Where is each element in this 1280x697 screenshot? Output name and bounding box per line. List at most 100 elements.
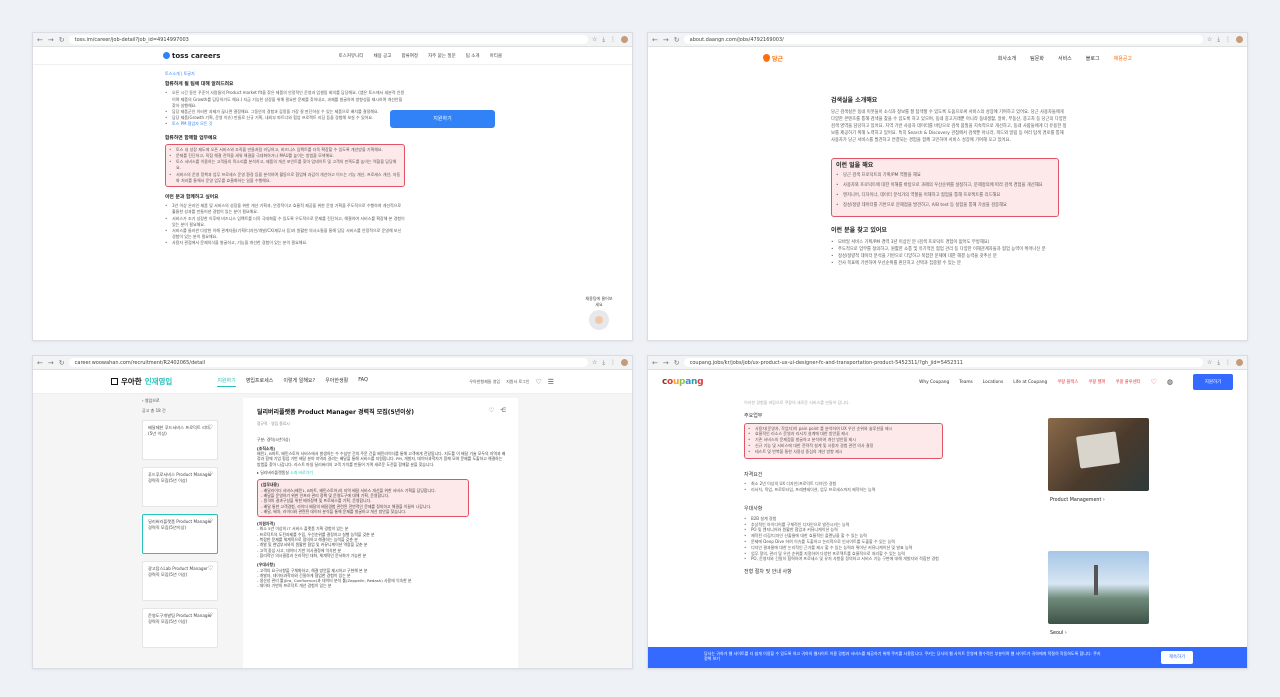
profile-avatar[interactable] [621,358,628,366]
pm-link[interactable]: 토스 PM 협업자 모든 것 [165,121,405,127]
org-text: 배민1, B마트, 배민스토어 서비스에서 발생하는 수 수십만 건의 주문 건… [257,451,506,467]
download-icon[interactable]: ⤓ [602,36,605,44]
nav-item[interactable]: FAQ [358,377,368,387]
reload-icon[interactable]: ↻ [674,359,680,367]
woowahan-logo[interactable]: 우아한 인재영입 [111,376,172,387]
list-item: 전사 목표에 기반하여 우선순위를 판단하고 선택과 집중할 수 있는 분 [831,260,1067,267]
coupang-address-bar[interactable]: coupang.jobs/kr/jobs/job/ux-product-ux-u… [683,358,1203,367]
reload-icon[interactable]: ↻ [59,36,65,44]
menu-icon[interactable]: ⋮ [610,359,616,367]
download-icon[interactable]: ⤓ [602,359,605,367]
job-card[interactable]: 광고탑스Lab Product Manager 경력직 모집(5년 이상) ♡ [142,561,218,601]
heart-icon[interactable]: ♡ [208,566,213,572]
back-icon[interactable]: ← [652,36,658,44]
seoul-image[interactable] [1048,551,1149,624]
download-icon[interactable]: ⤓ [1217,36,1220,44]
nav-item[interactable]: 영입프로세스 [246,377,274,387]
cookie-continue-button[interactable]: 계속하기 [1161,651,1193,664]
image-caption[interactable]: Seoul › [1050,631,1067,637]
cookie-banner: 당사는 귀하가 웹 사이트를 더 쉽게 이용할 수 있도록 하고 귀하의 웹사이… [648,647,1247,668]
woowahan-address-bar[interactable]: career.woowahan.com/recruitment/R2402065… [68,358,588,367]
back-icon[interactable]: ← [652,359,658,367]
job-card-selected[interactable]: 딜리버리플랫폼 Product Manager 경력직 모집(5년이상) ♡ [142,514,218,554]
forward-icon[interactable]: → [48,36,54,44]
woowahan-main: ‹ 영입으로 공고 총 18 건 배달제한 푸드서비스 프로덕트 리더 (5년 … [33,394,632,668]
menu-icon[interactable]: ⋮ [610,36,616,44]
job-card[interactable]: 푸드푸로서비스 Product Manager 경력직 모집(5년 이상) ♡ [142,467,218,507]
org-link[interactable]: 소개 바로가기 [290,470,313,475]
coupang-header: coupang Why Coupang Teams Locations Life… [648,370,1247,394]
menu-icon[interactable]: ☰ [548,378,554,386]
nav-item[interactable]: Life at Coupang [1013,380,1047,385]
list-item: 주도적으로 업무를 정의하고, 원활한 소통 및 유기적인 협업 관리 등 다양… [831,246,1067,253]
recruiter-help[interactable]: 채용팀에 물어보세요 [584,296,614,330]
forward-icon[interactable]: → [663,36,669,44]
star-icon[interactable]: ☆ [592,36,597,44]
profile-avatar[interactable] [1236,35,1243,43]
heart-icon[interactable]: ♡ [1151,378,1157,386]
nav-item[interactable]: Locations [983,380,1003,385]
forward-icon[interactable]: → [48,359,54,367]
daangn-logo[interactable]: 당근 [763,54,783,63]
heart-icon[interactable]: ♡ [208,472,213,478]
toss-logo[interactable]: toss careers [163,52,220,60]
star-icon[interactable]: ☆ [1207,36,1212,44]
star-icon[interactable]: ☆ [592,359,597,367]
daangn-address-bar[interactable]: about.daangn.com/jobs/4792169003/ [683,35,1203,44]
back-icon[interactable]: ← [37,36,43,44]
daangn-nav-item[interactable]: 팀문화 [1030,55,1044,62]
list-item: 사용자 관점에서 문제의식을 발굴하고, 기능을 개선한 경험이 있는 분이 필… [165,240,405,246]
nav-item[interactable]: Why Coupang [919,380,949,385]
daangn-nav-item[interactable]: 서비스 [1058,55,1072,62]
heart-icon[interactable]: ♡ [208,613,213,619]
list-item: 리서치, 목업, 프로토타입, 프레젠테이션, 업무 프로세스까지 제작하는 능… [744,487,974,493]
toss-nav-item[interactable]: 아티클 [490,53,502,59]
toss-nav-item[interactable]: 토스커뮤니티 [339,53,364,59]
image-caption[interactable]: Product Management › [1050,498,1105,504]
toss-nav-item[interactable]: 팀 소개 [466,53,480,59]
product-management-image[interactable] [1048,418,1149,491]
reload-icon[interactable]: ↻ [674,36,680,44]
back-icon[interactable]: ← [37,359,43,367]
breadcrumb[interactable]: 토스소개 | 토글지 [165,71,632,77]
toss-nav-item[interactable]: 자주 묻는 질문 [428,53,456,59]
nav-item[interactable]: 이렇게 일해요? [283,377,315,387]
nav-item-apply[interactable]: 지원하기 [217,377,236,387]
profile-avatar[interactable] [1236,358,1243,366]
toss-nav-item[interactable]: 채용 공고 [373,53,391,59]
forward-icon[interactable]: → [663,359,669,367]
download-icon[interactable]: ⤓ [1217,359,1220,367]
coupang-logo[interactable]: coupang [662,377,704,387]
nav-item[interactable]: 쿠팡 헬퍼 [1088,379,1105,385]
daangn-nav-item[interactable]: 블로그 [1086,55,1100,62]
share-icon[interactable]: ⋲ [500,407,506,413]
daangn-nav-item[interactable]: 회사소개 [998,55,1016,62]
daangn-browser-bar: ← → ↻ about.daangn.com/jobs/4792169003/ ☆ ⤓… [648,33,1247,47]
nav-item[interactable]: 우아한생활 [325,377,348,387]
menu-icon[interactable]: ⋮ [1225,359,1231,367]
apply-button[interactable]: 지원하기 [390,110,495,128]
header-link[interactable]: 지원서 로그인 [506,379,529,385]
heart-icon[interactable]: ♡ [208,519,213,525]
apply-button[interactable]: 지원하기 [1193,374,1233,390]
menu-icon[interactable]: ⋮ [1225,36,1231,44]
profile-avatar[interactable] [621,35,628,43]
reload-icon[interactable]: ↻ [59,359,65,367]
star-icon[interactable]: ☆ [1207,359,1212,367]
highlight-box: [업무내용] - 배달라이더 서비스(배민1, B마트, 배민스토어)의 지역 … [257,479,469,518]
heart-icon[interactable]: ♡ [208,425,213,431]
nav-item[interactable]: 쿠팡 플렉스 [1057,379,1078,385]
nav-item[interactable]: 쿠팡 풀루센터 [1116,379,1141,385]
nav-item[interactable]: Teams [959,380,973,385]
heart-icon[interactable]: ♡ [489,407,494,413]
back-link[interactable]: ‹ 영입으로 [142,398,218,404]
toss-nav-item[interactable]: 합류여정 [401,53,418,59]
header-link[interactable]: 우아한형제들 영입 [469,379,500,385]
job-card[interactable]: 운영도구개발팀 Product Manager 경력직 모집(5년 이상) ♡ [142,608,218,648]
globe-icon[interactable]: ◍ [1167,378,1173,386]
toss-address-bar[interactable]: toss.im/career/job-detail?job_id=4914997… [68,35,588,44]
daangn-nav-item-jobs[interactable]: 채용공고 [1114,55,1132,62]
job-card[interactable]: 배달제한 푸드서비스 프로덕트 리더 (5년 이상) ♡ [142,420,218,460]
heart-icon[interactable]: ♡ [535,378,541,386]
toss-nav: 토스커뮤니티 채용 공고 합류여정 자주 묻는 질문 팀 소개 아티클 [339,53,502,59]
